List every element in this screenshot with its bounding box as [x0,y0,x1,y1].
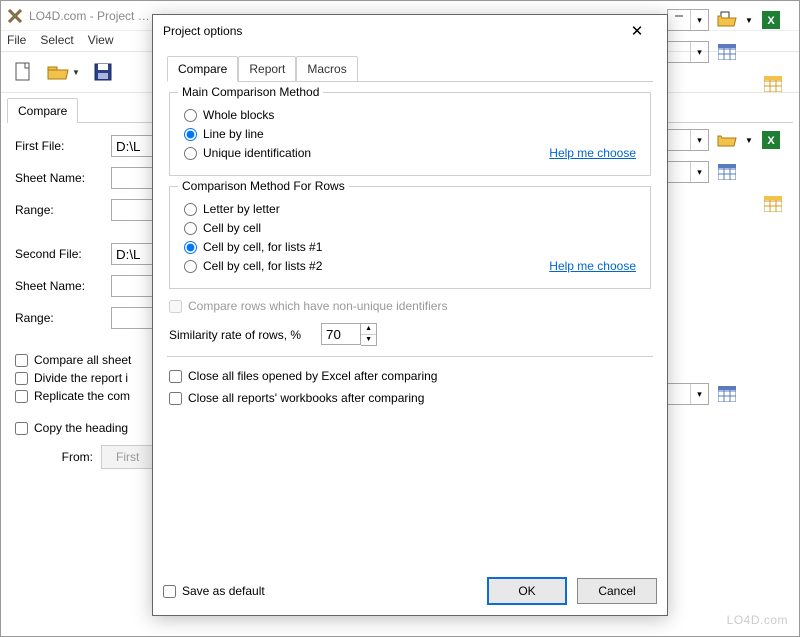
check-copy-heading-label: Copy the heading [34,421,128,435]
second-file-combo[interactable]: ▾ [667,129,709,151]
range-grid-icon[interactable] [761,73,785,95]
check-nonunique-rows-label: Compare rows which have non-unique ident… [188,299,447,313]
radio-whole-blocks[interactable] [184,109,197,122]
radio-cell-lists-1[interactable] [184,241,197,254]
spinner-up-icon[interactable]: ▲ [361,324,376,335]
radio-letter-by-letter-label: Letter by letter [203,202,636,216]
group-main-comparison-label: Main Comparison Method [178,85,323,99]
second-file-label: Second File: [15,247,105,261]
dlg-tab-report[interactable]: Report [238,56,296,82]
group-main-comparison: Main Comparison Method Whole blocks Line… [169,92,651,176]
dialog-title: Project options [163,24,617,38]
check-compare-all[interactable] [15,354,28,367]
ok-button[interactable]: OK [487,577,567,605]
svg-text:X: X [767,15,775,27]
chevron-down-icon: ▼ [72,68,80,77]
check-close-reports-label: Close all reports' workbooks after compa… [188,391,424,405]
check-close-excel-files-label: Close all files opened by Excel after co… [188,369,437,383]
radio-unique-id[interactable] [184,147,197,160]
from-label: From: [15,450,93,464]
menu-view[interactable]: View [88,33,114,47]
radio-line-by-line-label: Line by line [203,127,636,141]
check-close-excel-files[interactable] [169,370,182,383]
check-divide-report[interactable] [15,372,28,385]
app-icon [7,8,23,24]
group-row-comparison-label: Comparison Method For Rows [178,179,349,193]
svg-text:X: X [767,135,775,147]
grid-icon[interactable] [715,383,739,405]
check-divide-report-label: Divide the report i [34,371,128,385]
browse-first-file-icon[interactable] [715,9,739,31]
check-replicate[interactable] [15,390,28,403]
first-range-label: Range: [15,203,105,217]
range-grid-icon[interactable] [761,193,785,215]
check-compare-all-label: Compare all sheet [34,353,131,367]
radio-line-by-line[interactable] [184,128,197,141]
menu-select[interactable]: Select [40,33,73,47]
divider [167,356,653,357]
watermark: LO4D.com [727,613,788,627]
new-file-button[interactable] [9,58,37,86]
similarity-spinner[interactable]: ▲▼ [321,323,377,346]
first-file-label: First File: [15,139,105,153]
dlg-tab-macros[interactable]: Macros [296,56,357,82]
check-close-reports[interactable] [169,392,182,405]
dialog-titlebar: Project options ✕ [153,15,667,47]
radio-letter-by-letter[interactable] [184,203,197,216]
spinner-buttons[interactable]: ▲▼ [361,323,377,346]
radio-cell-lists-2-label: Cell by cell, for lists #2 [203,259,543,273]
project-options-dialog: Project options ✕ Compare Report Macros … [152,14,668,616]
excel-icon[interactable]: X [759,9,783,31]
second-sheet-combo[interactable]: ▾ [667,161,709,183]
first-sheet-combo[interactable]: ▾ [667,41,709,63]
radio-cell-by-cell-label: Cell by cell [203,221,636,235]
first-file-combo[interactable]: ▾ [667,9,709,31]
menu-file[interactable]: File [7,33,26,47]
first-sheet-label: Sheet Name: [15,171,105,185]
group-row-comparison: Comparison Method For Rows Letter by let… [169,186,651,289]
dialog-close-button[interactable]: ✕ [617,22,657,40]
check-nonunique-rows [169,300,182,313]
radio-cell-lists-2[interactable] [184,260,197,273]
radio-cell-lists-1-label: Cell by cell, for lists #1 [203,240,636,254]
dialog-tabs: Compare Report Macros [167,55,653,82]
second-sheet-label: Sheet Name: [15,279,105,293]
excel-icon[interactable]: X [759,129,783,151]
help-link-rows[interactable]: Help me choose [549,259,636,273]
similarity-label: Similarity rate of rows, % [169,328,301,342]
radio-cell-by-cell[interactable] [184,222,197,235]
open-file-button[interactable]: ▼ [43,58,83,86]
browse-second-file-icon[interactable] [715,129,739,151]
spinner-down-icon[interactable]: ▼ [361,335,376,345]
check-copy-heading[interactable] [15,422,28,435]
second-range-label: Range: [15,311,105,325]
help-link-main[interactable]: Help me choose [549,146,636,160]
tab-compare[interactable]: Compare [7,98,78,123]
grid-icon[interactable] [715,41,739,63]
from-first-button[interactable]: First [101,445,154,469]
chevron-down-icon: ▼ [745,16,753,25]
check-save-default-label: Save as default [182,584,265,598]
dlg-tab-compare[interactable]: Compare [167,56,238,82]
check-replicate-label: Replicate the com [34,389,130,403]
grid-icon[interactable] [715,161,739,183]
check-save-default[interactable] [163,585,176,598]
cancel-button[interactable]: Cancel [577,578,657,604]
bottom-combo[interactable]: ▾ [667,383,709,405]
radio-unique-id-label: Unique identification [203,146,543,160]
radio-whole-blocks-label: Whole blocks [203,108,636,122]
chevron-down-icon: ▼ [745,136,753,145]
save-button[interactable] [89,58,117,86]
similarity-input[interactable] [321,323,361,345]
